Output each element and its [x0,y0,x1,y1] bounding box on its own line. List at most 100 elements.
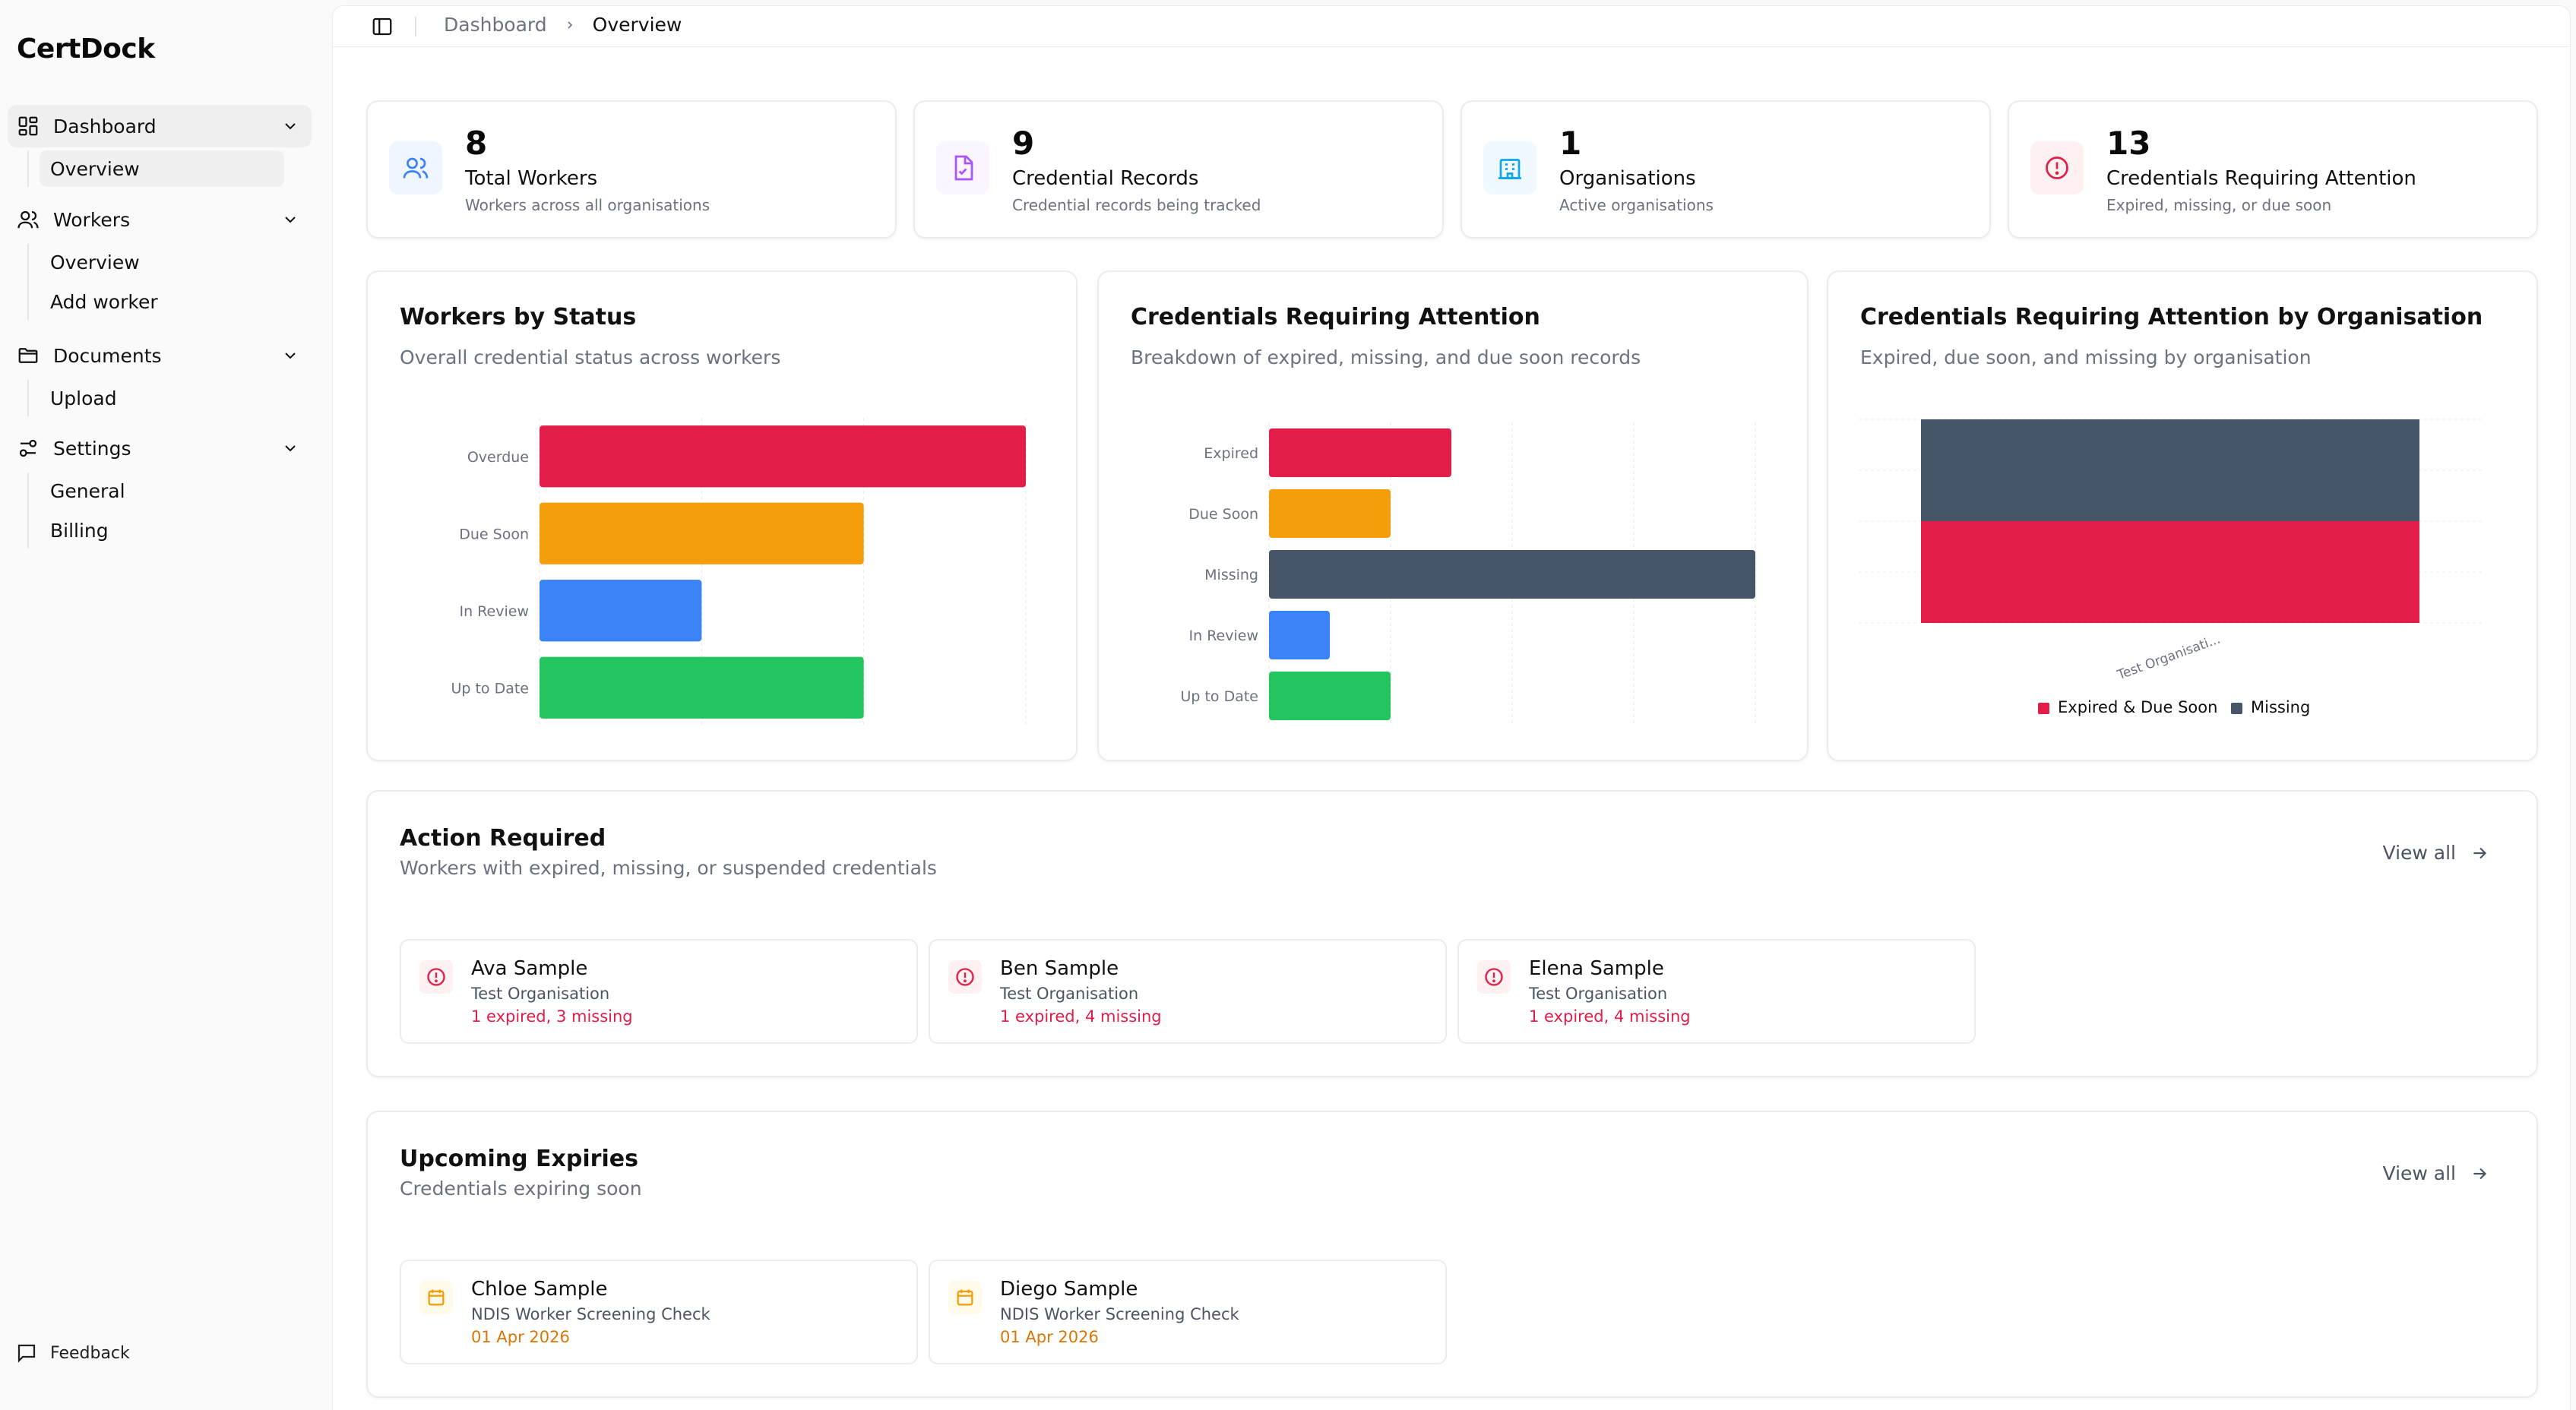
sidebar-toggle-icon[interactable] [371,15,394,38]
sidebar-subitem-upload[interactable]: Upload [40,380,284,416]
expiry-date: 01 Apr 2026 [1000,1328,1099,1346]
tick-label: Test Organisati... [2115,632,2223,684]
bar-expired[interactable] [1269,428,1451,477]
sidebar-item-documents[interactable]: Documents [8,334,312,377]
chart-card-attention-by-organisation: Credentials Requiring Attention by Organ… [1827,270,2538,761]
nav-group-settings: Settings General Billing [8,427,312,552]
bar-due-soon[interactable] [540,502,864,564]
action-item-card[interactable]: Elena Sample Test Organisation 1 expired… [1457,939,1976,1044]
legend-swatch [2038,703,2049,714]
alert-circle-icon [1485,968,1503,986]
legend-swatch [2231,703,2242,714]
stat-icon-box [1483,141,1536,194]
stat-icon-box [389,141,442,194]
sidebar-subitem-workers-overview[interactable]: Overview [40,244,284,280]
sidebar-subitem-add-worker[interactable]: Add worker [40,283,284,320]
section-title: Upcoming Expiries [400,1146,638,1172]
chevron-down-icon[interactable] [281,210,299,229]
stat-description: Credential records being tracked [1012,196,1261,214]
bar-in-review[interactable] [1269,611,1330,659]
main-content: Dashboard Overview 8 Total Workers Worke… [333,6,2570,1410]
stat-value: 13 [2106,125,2151,162]
credential-status: 1 expired, 4 missing [1000,1007,1162,1026]
view-all-label: View all [2382,842,2456,864]
worker-name: Ben Sample [1000,957,1119,980]
tick-label: Up to Date [1180,688,1258,705]
sidebar-item-workers[interactable]: Workers [8,198,312,241]
sliders-icon [19,439,37,457]
section-subtitle: Workers with expired, missing, or suspen… [400,857,937,879]
bar-missing[interactable] [1269,550,1755,599]
tick-label: In Review [460,603,529,620]
sidebar-subitem-general[interactable]: General [40,473,284,509]
stacked-bar-missing[interactable] [1921,419,2419,521]
credential-status: 1 expired, 3 missing [471,1007,633,1026]
brand-logo: CertDock [17,33,155,65]
bar-up-to-date[interactable] [1269,672,1391,720]
calendar-icon-box [419,1281,453,1314]
bar-due-soon[interactable] [1269,489,1391,538]
bar-overdue[interactable] [540,425,1026,488]
worker-name: Chloe Sample [471,1278,608,1301]
action-item-card[interactable]: Ava Sample Test Organisation 1 expired, … [400,939,918,1044]
stat-value: 1 [1559,125,1582,162]
sidebar-item-dashboard[interactable]: Dashboard [8,105,312,147]
chevron-right-icon [568,21,572,29]
sidebar-subitem-dashboard-overview[interactable]: Overview [40,150,284,187]
tick-label: Overdue [467,449,529,466]
submenu-settings: General Billing [27,473,312,549]
bar-in-review[interactable] [540,580,702,642]
chevron-down-icon[interactable] [281,117,299,135]
sidebar: CertDock Dashboard Overview Workers Over… [0,0,331,1410]
chart-card-workers-by-status: Workers by Status Overall credential sta… [366,270,1078,761]
building-icon [1498,159,1521,179]
worker-organisation: Test Organisation [1529,985,1668,1003]
stat-label: Organisations [1559,167,1696,190]
folder-icon [18,348,38,363]
alert-circle-icon [427,968,445,986]
chevron-down-icon[interactable] [281,346,299,365]
stat-value: 8 [465,125,488,162]
view-all-upcoming-link[interactable]: View all [2383,1162,2489,1184]
message-square-icon [17,1344,36,1363]
arrow-right-icon [2473,847,2487,858]
bar-chart-workers-by-status: Overdue Due Soon In Review Up to Date [451,418,1027,726]
users-icon [17,210,39,229]
credential-name: NDIS Worker Screening Check [471,1305,710,1323]
stacked-bar-chart-by-organisation: Test Organisati... Expired & Due Soon Miss… [1859,419,2482,716]
bar-up-to-date[interactable] [540,656,864,719]
chevron-down-icon[interactable] [281,439,299,457]
arrow-right-icon [2473,1168,2487,1179]
divider [415,17,416,36]
expiry-date: 01 Apr 2026 [471,1328,570,1346]
nav-group-documents: Documents Upload [8,334,312,419]
alert-icon-box [948,960,982,994]
stat-value: 9 [1012,125,1035,162]
worker-organisation: Test Organisation [471,985,610,1003]
feedback-button[interactable]: Feedback [15,1342,130,1364]
stat-description: Expired, missing, or due soon [2106,196,2332,214]
expiry-item-card[interactable]: Diego Sample NDIS Worker Screening Check… [929,1260,1447,1364]
tick-label: In Review [1189,628,1258,644]
sidebar-item-settings[interactable]: Settings [8,427,312,469]
stat-icon-box [936,141,989,194]
breadcrumb-dashboard[interactable]: Dashboard [444,14,547,36]
sidebar-item-label: Documents [53,344,162,367]
credential-status: 1 expired, 4 missing [1529,1007,1691,1026]
worker-name: Diego Sample [1000,1278,1138,1301]
stat-label: Credentials Requiring Attention [2106,167,2416,190]
view-all-action-required-link[interactable]: View all [2383,842,2489,864]
action-item-card[interactable]: Ben Sample Test Organisation 1 expired, … [929,939,1447,1044]
stacked-bar-expired-due-soon[interactable] [1921,521,2419,623]
view-all-label: View all [2382,1162,2456,1184]
alert-circle-icon [956,968,974,986]
feedback-label: Feedback [50,1343,130,1363]
credential-name: NDIS Worker Screening Check [1000,1305,1239,1323]
sidebar-item-label: Dashboard [53,115,157,138]
users-icon [403,157,429,179]
top-bar: Dashboard Overview [333,6,2570,47]
sidebar-subitem-billing[interactable]: Billing [40,512,284,549]
tick-label: Expired [1204,445,1258,462]
nav-group-workers: Workers Overview Add worker [8,198,312,323]
expiry-item-card[interactable]: Chloe Sample NDIS Worker Screening Check… [400,1260,918,1364]
